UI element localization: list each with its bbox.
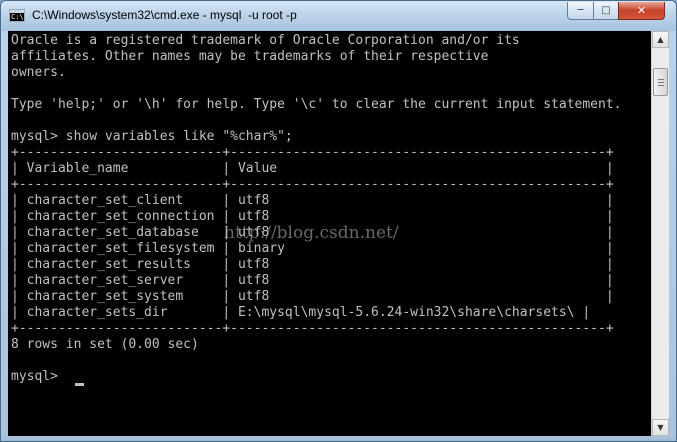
window-bottom-frame [1,436,676,441]
minimize-button[interactable]: ─ [567,2,594,20]
vertical-scrollbar[interactable]: ▲ ▼ [651,31,669,436]
arrow-down-icon: ▼ [657,423,664,432]
cmd-app-icon[interactable]: C:\ [9,9,25,22]
grip-line [658,85,664,86]
table-border: +--------------------------+------------… [11,145,614,160]
grip-line [658,82,664,83]
text-cursor [75,383,84,386]
console-line: mysql> show variables like "%char%"; [11,129,293,144]
watermark: http://blog.csdn.net/ [224,223,399,243]
table-row: | character_set_system | utf8 | [11,289,614,304]
scroll-up-button[interactable]: ▲ [652,31,669,48]
arrow-up-icon: ▲ [657,35,664,44]
console-line: affiliates. Other names may be trademark… [11,49,489,64]
table-row: | character_set_results | utf8 | [11,257,614,272]
table-header-row: | Variable_name | Value | [11,161,614,176]
table-row: | character_sets_dir | E:\mysql\mysql-5.… [11,305,591,320]
console-line: Type 'help;' or '\h' for help. Type '\c'… [11,97,622,112]
cmd-window: C:\ C:\Windows\system32\cmd.exe - mysql … [0,0,677,442]
window-title: C:\Windows\system32\cmd.exe - mysql -u r… [32,8,297,22]
maximize-button[interactable]: □ [593,2,619,20]
result-summary: 8 rows in set (0.00 sec) [11,337,199,352]
scroll-down-button[interactable]: ▼ [652,419,669,436]
table-row: | character_set_filesystem | binary | [11,241,614,256]
grip-line [658,79,664,80]
close-button[interactable]: ✕ [618,2,665,20]
scroll-thumb[interactable] [653,68,668,96]
close-icon: ✕ [636,4,647,17]
app-icon-glyph: C:\ [11,13,24,21]
minimize-icon: ─ [577,5,584,16]
mysql-prompt: mysql> [11,369,66,384]
console-line: owners. [11,65,66,80]
title-bar[interactable]: C:\ C:\Windows\system32\cmd.exe - mysql … [1,1,676,31]
console-output[interactable]: Oracle is a registered trademark of Orac… [8,31,651,436]
console-line: Oracle is a registered trademark of Orac… [11,33,520,48]
maximize-icon: □ [601,5,611,16]
table-row: | character_set_server | utf8 | [11,273,614,288]
table-border: +--------------------------+------------… [11,321,614,336]
table-row: | character_set_client | utf8 | [11,193,614,208]
table-border: +--------------------------+------------… [11,177,614,192]
